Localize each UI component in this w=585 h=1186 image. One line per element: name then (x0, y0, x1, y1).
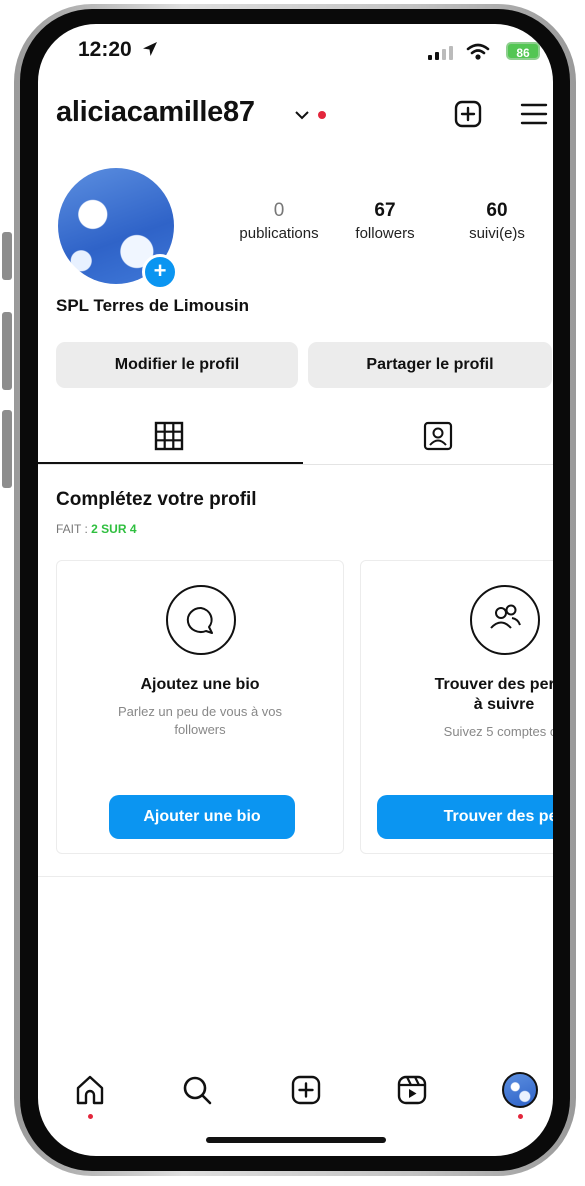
people-icon (470, 585, 540, 655)
card-description: Suivez 5 comptes ou (443, 724, 553, 739)
nav-reels[interactable] (392, 1070, 432, 1110)
profile-avatar-icon (502, 1072, 538, 1108)
section-divider (38, 876, 553, 877)
nav-create[interactable] (286, 1070, 326, 1110)
add-bio-button[interactable]: Ajouter une bio (109, 795, 295, 839)
nav-profile[interactable] (500, 1070, 540, 1119)
card-title: Ajoutez une bio (140, 676, 260, 693)
status-time: 12:20 (78, 38, 159, 62)
menu-icon[interactable] (520, 102, 548, 126)
card-find-people: Trouver des perso à suivre Suivez 5 comp… (360, 560, 553, 854)
card-add-bio: Ajoutez une bio Parlez un peu de vous à … (56, 560, 344, 854)
stat-followers[interactable]: 67 followers (340, 200, 430, 242)
wifi-icon (466, 43, 490, 60)
edit-profile-button[interactable]: Modifier le profil (56, 342, 298, 388)
volume-up-button (2, 312, 12, 390)
tagged-icon[interactable] (422, 420, 454, 452)
complete-profile-progress: FAIT : 2 SUR 4 (56, 522, 137, 536)
grid-icon[interactable] (153, 420, 185, 452)
stat-following-value: 60 (486, 200, 508, 221)
card-description: Parlez un peu de vous à vos followers (117, 704, 283, 737)
complete-profile-title: Complétez votre profil (56, 489, 257, 510)
bottom-nav (38, 1070, 553, 1140)
location-arrow-icon (142, 42, 157, 56)
stat-following-label: suivi(e)s (469, 225, 525, 242)
phone-screen: 12:20 86 aliciacamille87 + 0 publication… (38, 24, 553, 1156)
nav-home[interactable] (70, 1070, 110, 1119)
home-indicator (206, 1137, 386, 1143)
username-header[interactable]: aliciacamille87 (56, 96, 255, 129)
stat-publications-label: publications (239, 225, 319, 242)
cell-signal-icon (428, 46, 453, 60)
chevron-down-icon[interactable] (295, 110, 309, 120)
add-story-icon[interactable]: + (142, 254, 178, 290)
tab-divider (38, 464, 553, 465)
profile-display-name: SPL Terres de Limousin (56, 296, 250, 315)
silent-switch (2, 232, 12, 280)
share-profile-button[interactable]: Partager le profil (308, 342, 552, 388)
stat-followers-value: 67 (374, 200, 396, 221)
volume-down-button (2, 410, 12, 488)
create-icon[interactable] (454, 100, 482, 128)
stat-publications[interactable]: 0 publications (224, 200, 334, 242)
stat-followers-label: followers (355, 225, 415, 242)
stat-publications-value: 0 (273, 200, 285, 221)
notification-dot (318, 111, 326, 119)
create-post-icon (291, 1075, 321, 1105)
search-icon (183, 1076, 212, 1105)
home-icon (76, 1075, 104, 1105)
card-title: Trouver des perso à suivre (434, 676, 553, 713)
nav-search[interactable] (177, 1070, 217, 1110)
nav-home-badge (88, 1114, 93, 1119)
active-tab-indicator (38, 462, 303, 464)
reels-icon (397, 1075, 427, 1105)
find-people-button[interactable]: Trouver des perso (377, 795, 553, 839)
stat-following[interactable]: 60 suivi(e)s (452, 200, 542, 242)
battery-indicator: 86 (506, 42, 540, 60)
nav-profile-badge (518, 1114, 523, 1119)
speech-bubble-icon (166, 585, 236, 655)
